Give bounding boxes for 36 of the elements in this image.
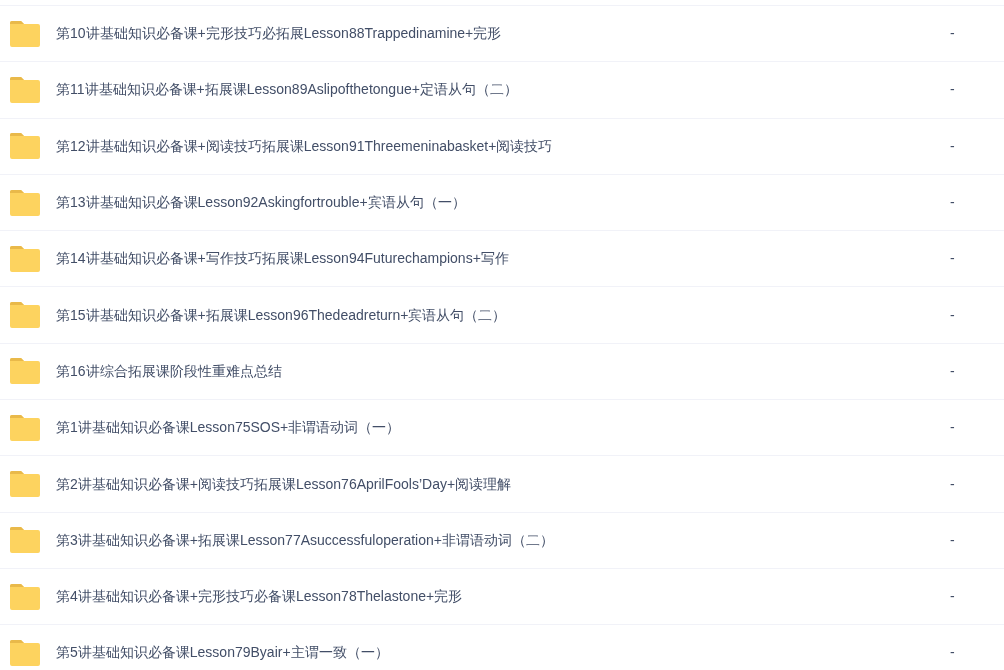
- file-size: -: [950, 530, 956, 550]
- file-size: -: [950, 249, 956, 269]
- file-size: -: [950, 193, 956, 213]
- file-size: -: [950, 474, 956, 494]
- file-size: -: [950, 418, 956, 438]
- folder-icon: [9, 20, 41, 47]
- folder-icon: [9, 527, 41, 554]
- folder-icon: [9, 302, 41, 329]
- folder-icon: [9, 189, 41, 216]
- folder-icon: [9, 414, 41, 441]
- folder-name[interactable]: 第13讲基础知识必备课Lesson92Askingfortrouble+宾语从句（一）: [56, 192, 466, 214]
- folder-name[interactable]: 第12讲基础知识必备课+阅读技巧拓展课Lesson91Threemeninabasket+阅读技巧: [56, 135, 553, 157]
- folder-icon: [9, 583, 41, 610]
- folder-name[interactable]: 第14讲基础知识必备课+写作技巧拓展课Lesson94Futurechampions+写作: [56, 248, 509, 270]
- folder-icon: [9, 639, 41, 666]
- folder-name[interactable]: 第2讲基础知识必备课+阅读技巧拓展课Lesson76AprilFools’Day+阅读理解: [56, 473, 512, 495]
- folder-name[interactable]: 第15讲基础知识必备课+拓展课Lesson96Thedeadreturn+宾语从句（二）: [56, 304, 507, 326]
- folder-icon: [9, 245, 41, 272]
- folder-name[interactable]: 第4讲基础知识必备课+完形技巧必备课Lesson78Thelastone+完形: [56, 586, 463, 608]
- folder-name[interactable]: 第5讲基础知识必备课Lesson79Byair+主谓一致（一）: [56, 642, 389, 664]
- folder-icon: [9, 471, 41, 497]
- file-size: -: [950, 136, 956, 156]
- folder-name[interactable]: 第11讲基础知识必备课+拓展课Lesson89Aslipofthetongue+定语从句（二）: [56, 79, 518, 101]
- folder-icon: [9, 358, 41, 385]
- file-size: -: [950, 80, 956, 100]
- file-size: -: [950, 361, 956, 381]
- file-size: -: [950, 587, 956, 607]
- file-size: -: [950, 24, 956, 44]
- folder-name[interactable]: 第10讲基础知识必备课+完形技巧必拓展Lesson88Trappedinamine+完形: [56, 23, 502, 45]
- folder-name[interactable]: 第16讲综合拓展课阶段性重难点总结: [56, 360, 282, 382]
- folder-icon: [9, 133, 41, 160]
- folder-name[interactable]: 第3讲基础知识必备课+拓展课Lesson77Asuccessfuloperation+非谓语动词（二）: [56, 529, 554, 551]
- file-size: -: [950, 305, 956, 325]
- folder-icon: [9, 76, 41, 103]
- file-size: -: [950, 643, 956, 663]
- folder-name[interactable]: 第1讲基础知识必备课Lesson75SOS+非谓语动词（一）: [56, 417, 401, 439]
